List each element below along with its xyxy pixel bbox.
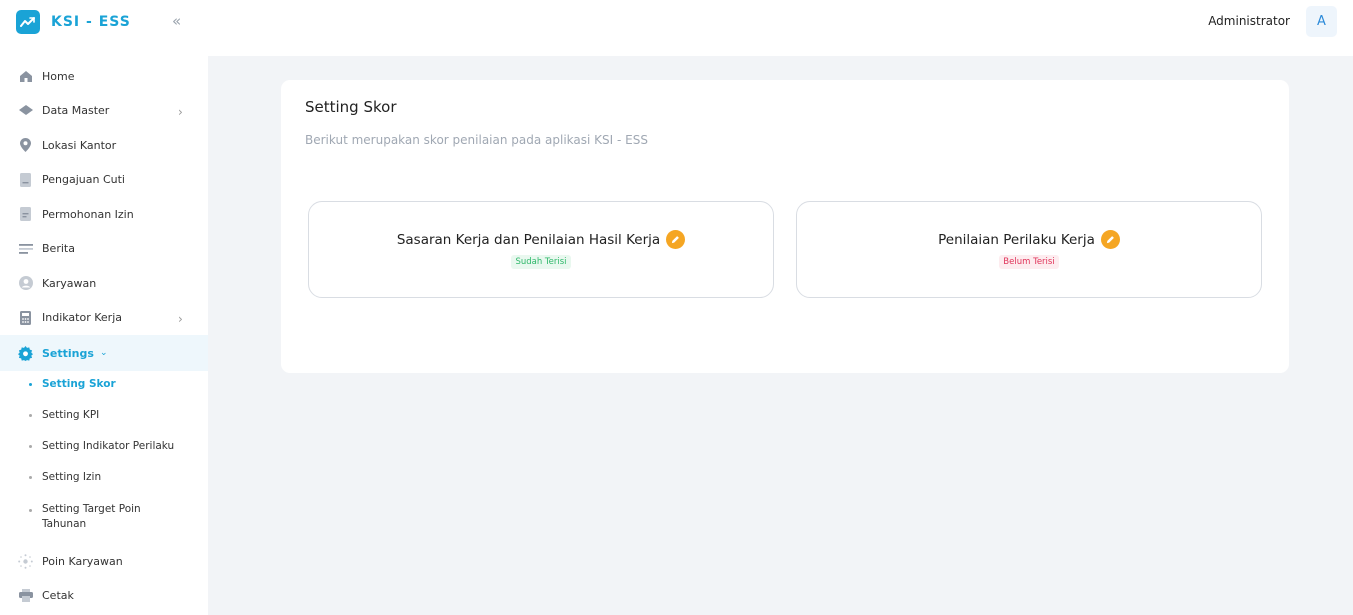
submenu-item-label: Setting Skor [42,378,116,390]
chevron-right-icon: › [178,311,183,326]
score-card-penilaian-perilaku[interactable]: Penilaian Perilaku Kerja Belum Terisi [796,201,1262,298]
calculator-icon [18,310,33,325]
setting-skor-card: Setting Skor Berikut merupakan skor peni… [281,80,1289,373]
sidebar-item-indikator-kerja[interactable]: Indikator Kerja › [0,301,208,336]
submenu-item-setting-izin[interactable]: Setting Izin [0,470,208,502]
submenu-item-label: Setting KPI [42,409,100,421]
sidebar-menu: Home Data Master › Lokasi Kantor Pengaju… [0,59,208,613]
sidebar-item-label: Cetak [42,589,74,603]
user-name[interactable]: Administrator [1208,14,1290,28]
sidebar-item-label: Poin Karyawan [42,554,123,568]
submenu-item-label: Setting Indikator Perilaku [42,440,175,452]
settings-submenu: Setting Skor Setting KPI Setting Indikat… [0,371,208,542]
submenu-item-setting-skor[interactable]: Setting Skor [0,377,208,408]
status-badge: Belum Terisi [999,255,1059,269]
edit-pencil-icon[interactable] [666,230,686,249]
sidebar-item-label: Permohonan Izin [42,207,134,221]
sparkle-icon [18,553,33,569]
bullet-dot-icon [29,476,32,479]
layers-icon [18,103,33,118]
printer-icon [18,588,33,603]
page-title: Setting Skor [305,98,397,116]
document-icon [18,172,33,187]
collapse-sidebar-icon[interactable]: « [172,14,186,29]
sidebar-item-pengajuan-cuti[interactable]: Pengajuan Cuti [0,163,208,198]
sidebar-item-home[interactable]: Home [0,59,208,94]
page-subtitle: Berikut merupakan skor penilaian pada ap… [305,133,648,147]
sidebar: KSI - ESS « Home Data Master › Lokasi Ka… [0,0,208,615]
submenu-item-setting-indikator-perilaku[interactable]: Setting Indikator Perilaku [0,439,208,470]
sidebar-item-poin-karyawan[interactable]: Poin Karyawan [0,544,208,579]
sidebar-item-karyawan[interactable]: Karyawan [0,266,208,301]
location-pin-icon [18,138,33,153]
submenu-item-setting-target-poin-tahunan[interactable]: Setting Target Poin Tahunan [0,502,150,542]
score-card-sasaran-kerja[interactable]: Sasaran Kerja dan Penilaian Hasil Kerja … [308,201,774,298]
gear-icon [18,345,33,361]
chevron-right-icon: › [178,104,183,119]
sidebar-item-label: Lokasi Kantor [42,138,117,152]
submenu-item-setting-kpi[interactable]: Setting KPI [0,408,208,439]
sidebar-item-cetak[interactable]: Cetak [0,579,208,614]
sidebar-item-label: Data Master [42,104,110,118]
menu-lines-icon [18,241,33,256]
status-badge: Sudah Terisi [511,255,571,269]
submenu-item-label: Setting Izin [42,471,102,483]
bullet-dot-icon [29,383,32,386]
user-icon [18,276,33,291]
sidebar-item-label: Karyawan [42,276,97,290]
edit-pencil-icon[interactable] [1100,230,1120,249]
score-card-label: Sasaran Kerja dan Penilaian Hasil Kerja [396,231,661,248]
sidebar-item-label: Settings [42,346,94,360]
sidebar-item-settings[interactable]: Settings ⌄ [0,335,208,371]
top-header: Administrator A [208,0,1353,56]
bullet-dot-icon [29,509,32,512]
sidebar-item-label: Berita [42,242,75,256]
sidebar-item-label: Pengajuan Cuti [42,173,125,187]
sidebar-item-permohonan-izin[interactable]: Permohonan Izin [0,197,208,232]
chevron-down-icon: ⌄ [99,348,108,358]
sidebar-item-lokasi-kantor[interactable]: Lokasi Kantor [0,128,208,163]
sidebar-item-data-master[interactable]: Data Master › [0,94,208,129]
sidebar-item-label: Indikator Kerja [42,311,122,325]
submenu-item-label: Setting Target Poin Tahunan [42,503,141,530]
sidebar-item-berita[interactable]: Berita [0,232,208,267]
home-icon [18,69,33,84]
score-card-label: Penilaian Perilaku Kerja [938,231,1095,248]
document-lines-icon [18,207,33,222]
bullet-dot-icon [29,414,32,417]
app-name: KSI - ESS [51,14,131,30]
sidebar-item-label: Home [42,69,75,83]
avatar[interactable]: A [1306,6,1337,37]
chart-trend-icon [16,10,40,34]
bullet-dot-icon [29,445,32,448]
